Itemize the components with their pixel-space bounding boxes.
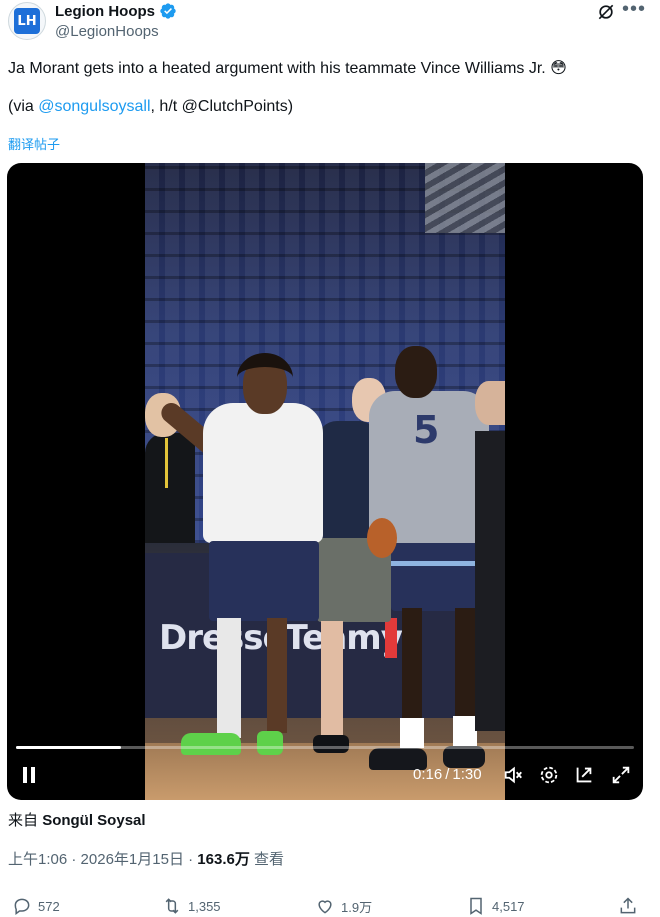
tweet-meta: 上午1:06 · 2026年1月15日 · 163.6万 查看 [8, 848, 284, 869]
share-icon [620, 897, 636, 914]
player-jersey-sock-right [453, 716, 477, 746]
author-handle[interactable]: @LegionHoops [55, 23, 159, 40]
via-prefix: (via [8, 98, 39, 115]
more-options-icon[interactable]: ••• [622, 0, 645, 22]
jersey-number: 5 [413, 408, 440, 452]
volume-icon[interactable] [501, 760, 525, 790]
player-jersey-sock-left [400, 718, 424, 748]
mention-link[interactable]: @songulsoysall [38, 98, 150, 115]
action-bar: 572 1,355 1.9万 4,517 [0, 896, 660, 917]
repost-count: 1,355 [188, 898, 221, 914]
bookmark-button[interactable]: 4,517 [466, 896, 525, 916]
video-player[interactable]: DresseTeamy 5 [7, 163, 643, 800]
grok-icon[interactable] [596, 2, 616, 22]
player-white-leg [267, 618, 287, 733]
repost-button[interactable]: 1,355 [162, 896, 221, 916]
current-time: 0:16 [413, 766, 443, 783]
views-label: 查看 [254, 851, 285, 868]
bystander-left [145, 433, 195, 543]
bookmark-icon [470, 897, 482, 915]
player-white-leg-sleeve [217, 618, 241, 738]
pause-icon[interactable] [19, 760, 39, 790]
like-count: 1.9万 [341, 899, 373, 915]
player-jersey-shorts-stripe [391, 561, 481, 566]
avatar[interactable]: LH [8, 2, 46, 40]
reply-count: 572 [38, 898, 60, 914]
post-time[interactable]: 上午1:06 [8, 851, 67, 868]
bystander-left-lanyard [165, 438, 168, 488]
video-frame: DresseTeamy 5 [145, 163, 505, 800]
player-white-shirt [203, 403, 323, 543]
post-date[interactable]: 2026年1月15日 [81, 851, 184, 868]
view-count: 163.6万 [197, 851, 250, 868]
player-white-shorts [209, 541, 319, 621]
video-progress-fill [16, 746, 122, 749]
via-suffix: , h/t @ClutchPoints) [150, 98, 294, 115]
video-time: 0:16/1:30 [413, 766, 482, 783]
share-button[interactable] [618, 896, 638, 916]
video-progress-bar[interactable] [16, 746, 634, 749]
player-white-hair [237, 353, 293, 403]
basketball [367, 518, 397, 558]
author-display-name[interactable]: Legion Hoops [55, 3, 155, 20]
tweet-text-line2: (via @songulsoysall, h/t @ClutchPoints) [8, 96, 648, 118]
video-source: 来自 Songül Soysal [8, 809, 146, 830]
meta-dot: · [71, 851, 77, 868]
bystander-right [475, 431, 505, 731]
duration: 1:30 [452, 766, 482, 783]
meta-dot: · [188, 851, 194, 868]
courtside-board-accent [385, 618, 397, 658]
repost-icon [165, 898, 179, 914]
tweet-body: Ja Morant gets into a heated argument wi… [8, 58, 648, 118]
heart-icon [318, 900, 332, 914]
dock-video-icon[interactable] [572, 760, 596, 790]
bystander-right-head [475, 381, 505, 425]
reply-button[interactable]: 572 [12, 896, 60, 916]
player-white-shoe-right [257, 731, 283, 755]
translate-post-link[interactable]: 翻译帖子 [8, 134, 60, 153]
time-separator: / [445, 766, 450, 783]
avatar-logo: LH [14, 8, 40, 34]
verified-badge-icon [160, 3, 176, 19]
bookmark-count: 4,517 [492, 898, 525, 914]
author-name-row: Legion Hoops [55, 2, 177, 20]
settings-gear-icon[interactable] [537, 760, 561, 790]
player-jersey-head [395, 346, 437, 398]
player-white-shoe-left [181, 733, 241, 755]
player-jersey-shorts [391, 543, 481, 611]
like-button[interactable]: 1.9万 [315, 896, 372, 916]
arena-stairs [425, 163, 505, 233]
source-name[interactable]: Songül Soysal [42, 812, 145, 829]
staff-member-leg [321, 621, 343, 736]
reply-icon [14, 898, 30, 915]
tweet-header: LH Legion Hoops @LegionHoops ••• [0, 0, 660, 44]
fullscreen-icon[interactable] [609, 760, 633, 790]
source-prefix: 来自 [8, 812, 39, 829]
video-controls: 0:16/1:30 [7, 760, 643, 792]
tweet-text-line1: Ja Morant gets into a heated argument wi… [8, 60, 567, 77]
staff-member-shoe [313, 735, 349, 753]
